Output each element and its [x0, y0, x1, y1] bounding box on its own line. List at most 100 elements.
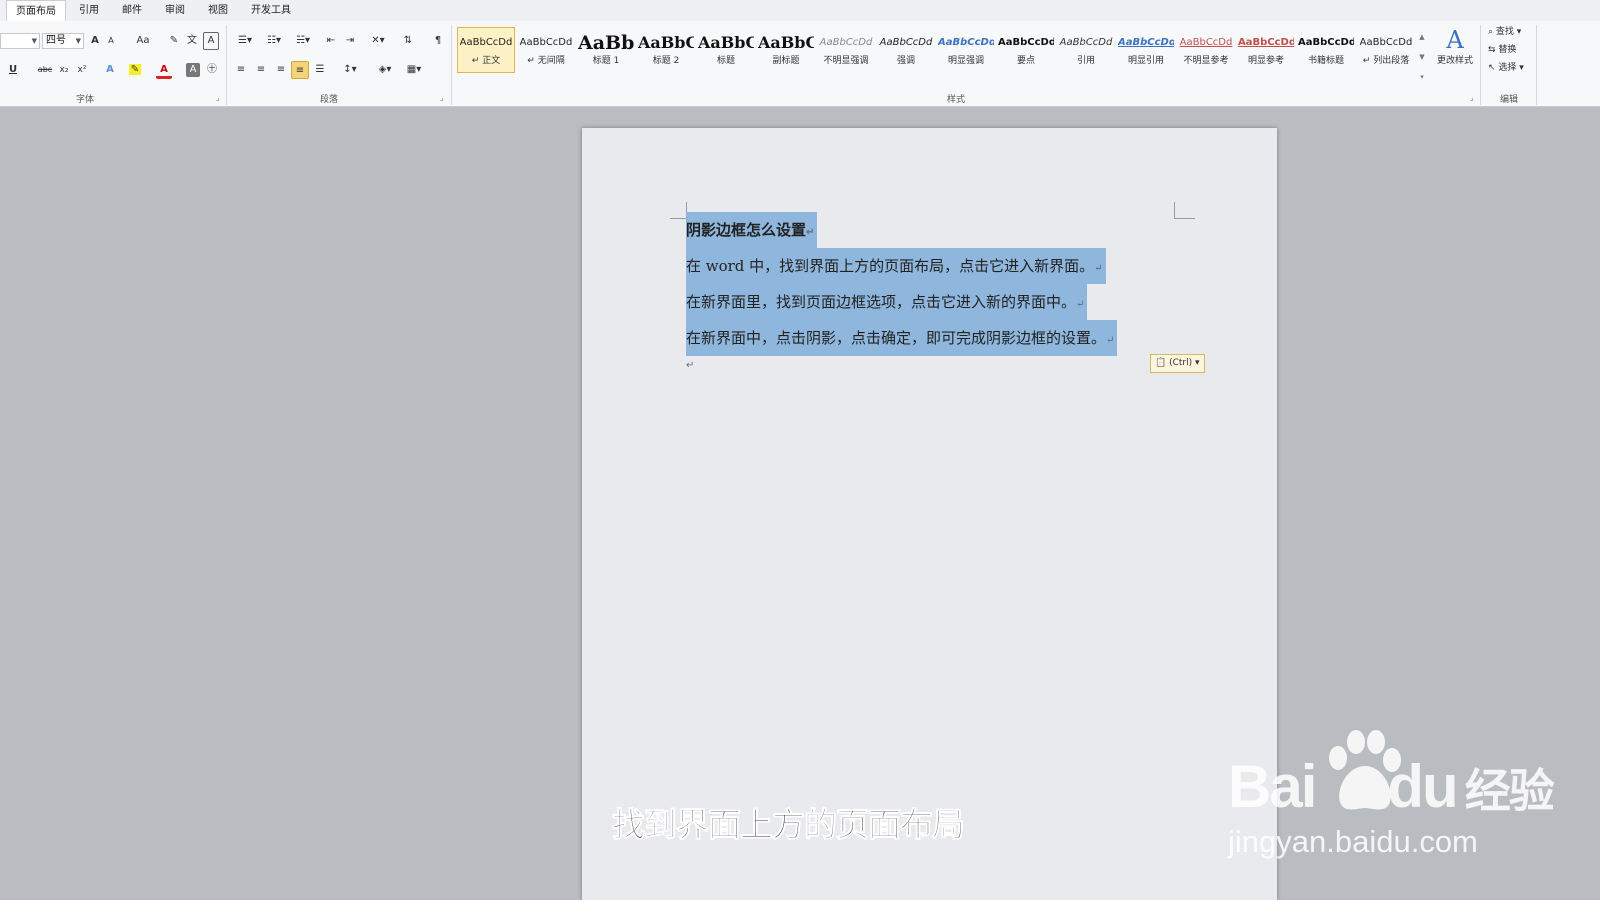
document-page[interactable]: 阴影边框怎么设置↵ 在 word 中，找到界面上方的页面布局，点击它进入新界面。… [582, 128, 1277, 900]
paragraph-mark: ↵ [1106, 335, 1115, 346]
shading-icon[interactable]: ◈▾ [373, 61, 397, 79]
styles-dialog-launcher-icon[interactable]: ⌟ [1470, 93, 1474, 102]
find-button[interactable]: ⌕ 查找 ▾ [1488, 23, 1538, 41]
editing-group-label: 编辑 [1500, 95, 1519, 105]
tab-review[interactable]: 审阅 [156, 0, 194, 21]
group-divider [451, 25, 452, 105]
underline-button[interactable]: U [6, 61, 20, 79]
justify-icon[interactable]: ≡ [291, 61, 309, 79]
numbering-icon[interactable]: ☷▾ [262, 32, 286, 50]
baidu-watermark-brand: Bai [1228, 753, 1317, 820]
increase-indent-icon[interactable]: ⇥ [342, 32, 358, 50]
highlight-color-icon[interactable]: ✎ [126, 61, 144, 79]
shrink-font-button[interactable]: A [104, 32, 118, 50]
ribbon: ▼ 四号 ▼ A A Aa ✎ 文 A U abc x₂ x² A ✎ A A ㊉… [0, 21, 1600, 107]
ribbon-tab-bar: 页面布局 引用 邮件 审阅 视图 开发工具 [0, 0, 1600, 22]
tab-page-layout[interactable]: 页面布局 [6, 0, 66, 22]
style-item[interactable]: AaBbC 标题 [697, 27, 755, 73]
font-color-icon[interactable]: A [156, 61, 172, 79]
enclose-character-icon[interactable]: ㊉ [204, 61, 220, 79]
tab-developer[interactable]: 开发工具 [242, 0, 300, 21]
style-sample: AaBbCcDd [459, 37, 513, 48]
font-size-combo[interactable]: 四号 ▼ [42, 33, 84, 49]
baidu-watermark-url: jingyan.baidu.com [1228, 824, 1478, 859]
sort-icon[interactable]: ⇅ [400, 32, 416, 50]
group-divider [1480, 25, 1481, 105]
styles-scroll-icon[interactable]: ▲ ▼ ▾ [1416, 27, 1428, 87]
show-marks-icon[interactable]: ¶ [430, 32, 446, 50]
style-item[interactable]: AaBbCcDd ↵ 正文 [457, 27, 515, 73]
select-label: 选择 [1498, 63, 1517, 73]
superscript-button[interactable]: x² [74, 61, 90, 79]
video-caption: 找到界面上方的页面布局 [612, 805, 966, 845]
style-sample: AaBbCcDd [819, 37, 873, 48]
paste-options-button[interactable]: 📋 (Ctrl) ▾ [1150, 354, 1205, 373]
change-styles-button[interactable]: A 更改样式 [1433, 25, 1477, 85]
bullets-icon[interactable]: ☰▾ [233, 32, 257, 50]
change-styles-icon: A [1446, 26, 1464, 54]
doc-line-title[interactable]: 阴影边框怎么设置↵ [686, 212, 818, 248]
style-item[interactable]: AaBbCcDd ↵ 无间隔 [517, 27, 575, 73]
decrease-indent-icon[interactable]: ⇤ [323, 32, 339, 50]
style-item[interactable]: AaBbCcDd 要点 [997, 27, 1055, 73]
style-name: 标题 1 [592, 56, 620, 66]
style-item[interactable]: AaBbCcDd 明显引用 [1117, 27, 1175, 73]
clipboard-icon: 📋 [1155, 358, 1170, 368]
tab-view[interactable]: 视图 [199, 0, 237, 21]
phonetic-guide-icon[interactable]: 文 [184, 32, 200, 50]
style-item[interactable]: AaBbCcDd 明显参考 [1237, 27, 1295, 73]
style-sample: AaBbCcDd [1238, 37, 1294, 48]
tab-mailings[interactable]: 邮件 [113, 0, 151, 21]
style-sample: AaBb [578, 32, 634, 54]
change-case-button[interactable]: Aa [132, 32, 154, 50]
baidu-paw-icon [1329, 730, 1401, 810]
baidu-watermark-cn: 经验 [1464, 765, 1555, 817]
doc-line-3[interactable]: 在新界面中，点击阴影，点击确定，即可完成阴影边框的设置。↵ [686, 320, 1118, 356]
font-dialog-launcher-icon[interactable]: ⌟ [216, 93, 220, 102]
crop-mark-top-left [670, 202, 687, 219]
style-name: 明显参考 [1247, 56, 1284, 66]
strikethrough-button[interactable]: abc [36, 61, 54, 79]
align-left-icon[interactable]: ≡ [233, 61, 249, 79]
style-item[interactable]: AaBbC 标题 2 [637, 27, 695, 73]
style-name: 标题 [716, 56, 735, 66]
style-name: 要点 [1016, 56, 1035, 66]
style-item[interactable]: AaBbCcDd 引用 [1057, 27, 1115, 73]
style-item[interactable]: AaBbC 副标题 [757, 27, 815, 73]
chinese-layout-icon[interactable]: ✕▾ [366, 32, 390, 50]
grow-font-button[interactable]: A [88, 32, 102, 50]
change-styles-label: 更改样式 [1436, 56, 1473, 66]
style-item[interactable]: AaBbCcDd 明显强调 [937, 27, 995, 73]
doc-line-text: 在 word 中，找到界面上方的页面布局，点击它进入新界面。 [686, 257, 1095, 275]
text-effects-icon[interactable]: A [102, 61, 118, 79]
character-shading-icon[interactable]: A [186, 63, 200, 77]
style-name: 不明显强调 [823, 56, 869, 66]
align-center-icon[interactable]: ≡ [253, 61, 269, 79]
multilevel-list-icon[interactable]: ☵▾ [291, 32, 315, 50]
doc-line-1[interactable]: 在 word 中，找到界面上方的页面布局，点击它进入新界面。↵ [686, 248, 1106, 284]
align-right-icon[interactable]: ≡ [273, 61, 289, 79]
style-item[interactable]: AaBbCcDd 不明显强调 [817, 27, 875, 73]
clear-format-icon[interactable]: ✎ [166, 32, 182, 50]
style-item[interactable]: AaBbCcDd 强调 [877, 27, 935, 73]
tab-references[interactable]: 引用 [70, 0, 108, 21]
style-name: 明显强调 [947, 56, 984, 66]
style-item[interactable]: AaBbCcDd ↵ 列出段落 [1357, 27, 1415, 73]
font-name-combo[interactable]: ▼ [0, 33, 40, 49]
style-item[interactable]: AaBbCcDd 书籍标题 [1297, 27, 1355, 73]
empty-paragraph-mark: ↵ [686, 360, 695, 371]
style-item[interactable]: AaBbCcDd 不明显参考 [1177, 27, 1235, 73]
subscript-button[interactable]: x₂ [56, 61, 72, 79]
character-border-icon[interactable]: A [203, 32, 219, 50]
style-name: ↵ 列出段落 [1362, 56, 1410, 66]
select-button[interactable]: ↖ 选择 ▾ [1488, 59, 1538, 77]
paragraph-dialog-launcher-icon[interactable]: ⌟ [440, 93, 444, 102]
replace-button[interactable]: ⇆ 替换 [1488, 41, 1538, 59]
borders-icon[interactable]: ▦▾ [402, 61, 426, 79]
distributed-icon[interactable]: ☰ [312, 61, 328, 79]
style-item[interactable]: AaBb 标题 1 [577, 27, 635, 73]
paste-options-label: (Ctrl) [1169, 358, 1193, 368]
line-spacing-icon[interactable]: ↕▾ [339, 61, 361, 79]
doc-line-2[interactable]: 在新界面里，找到页面边框选项，点击它进入新的界面中。↵ [686, 284, 1088, 320]
style-sample: AaBbCcDd [1359, 37, 1413, 48]
